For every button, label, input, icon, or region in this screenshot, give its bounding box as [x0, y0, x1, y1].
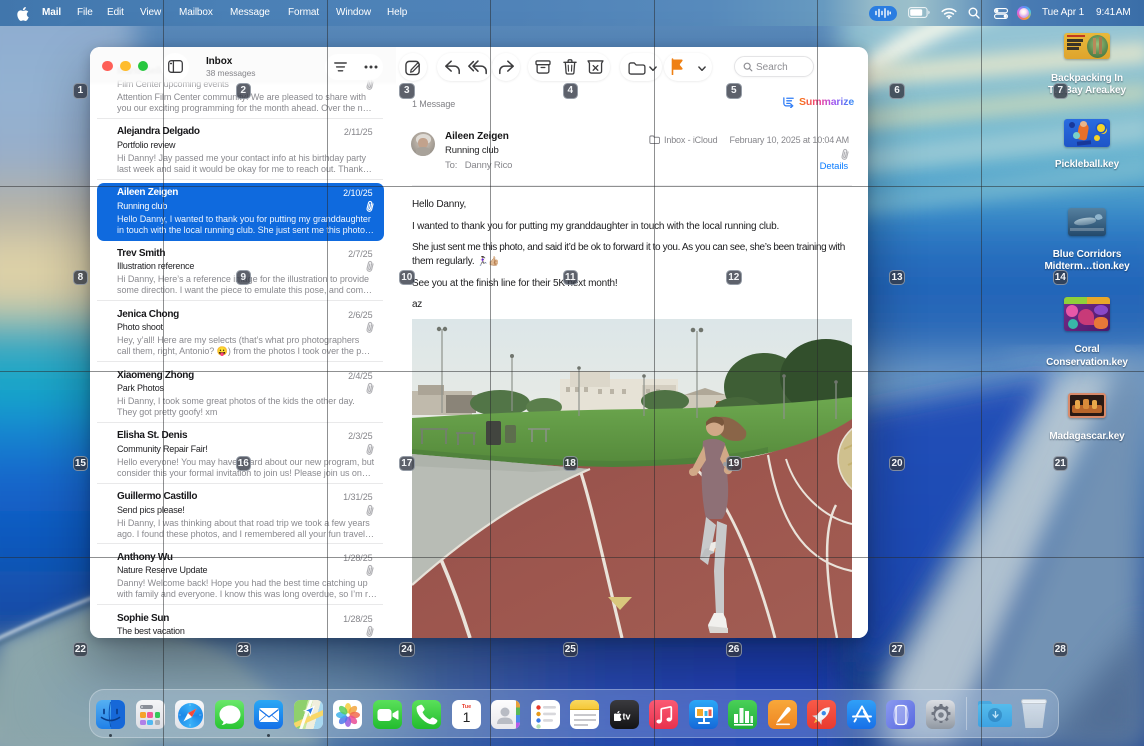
svg-text:tv: tv: [622, 711, 630, 721]
